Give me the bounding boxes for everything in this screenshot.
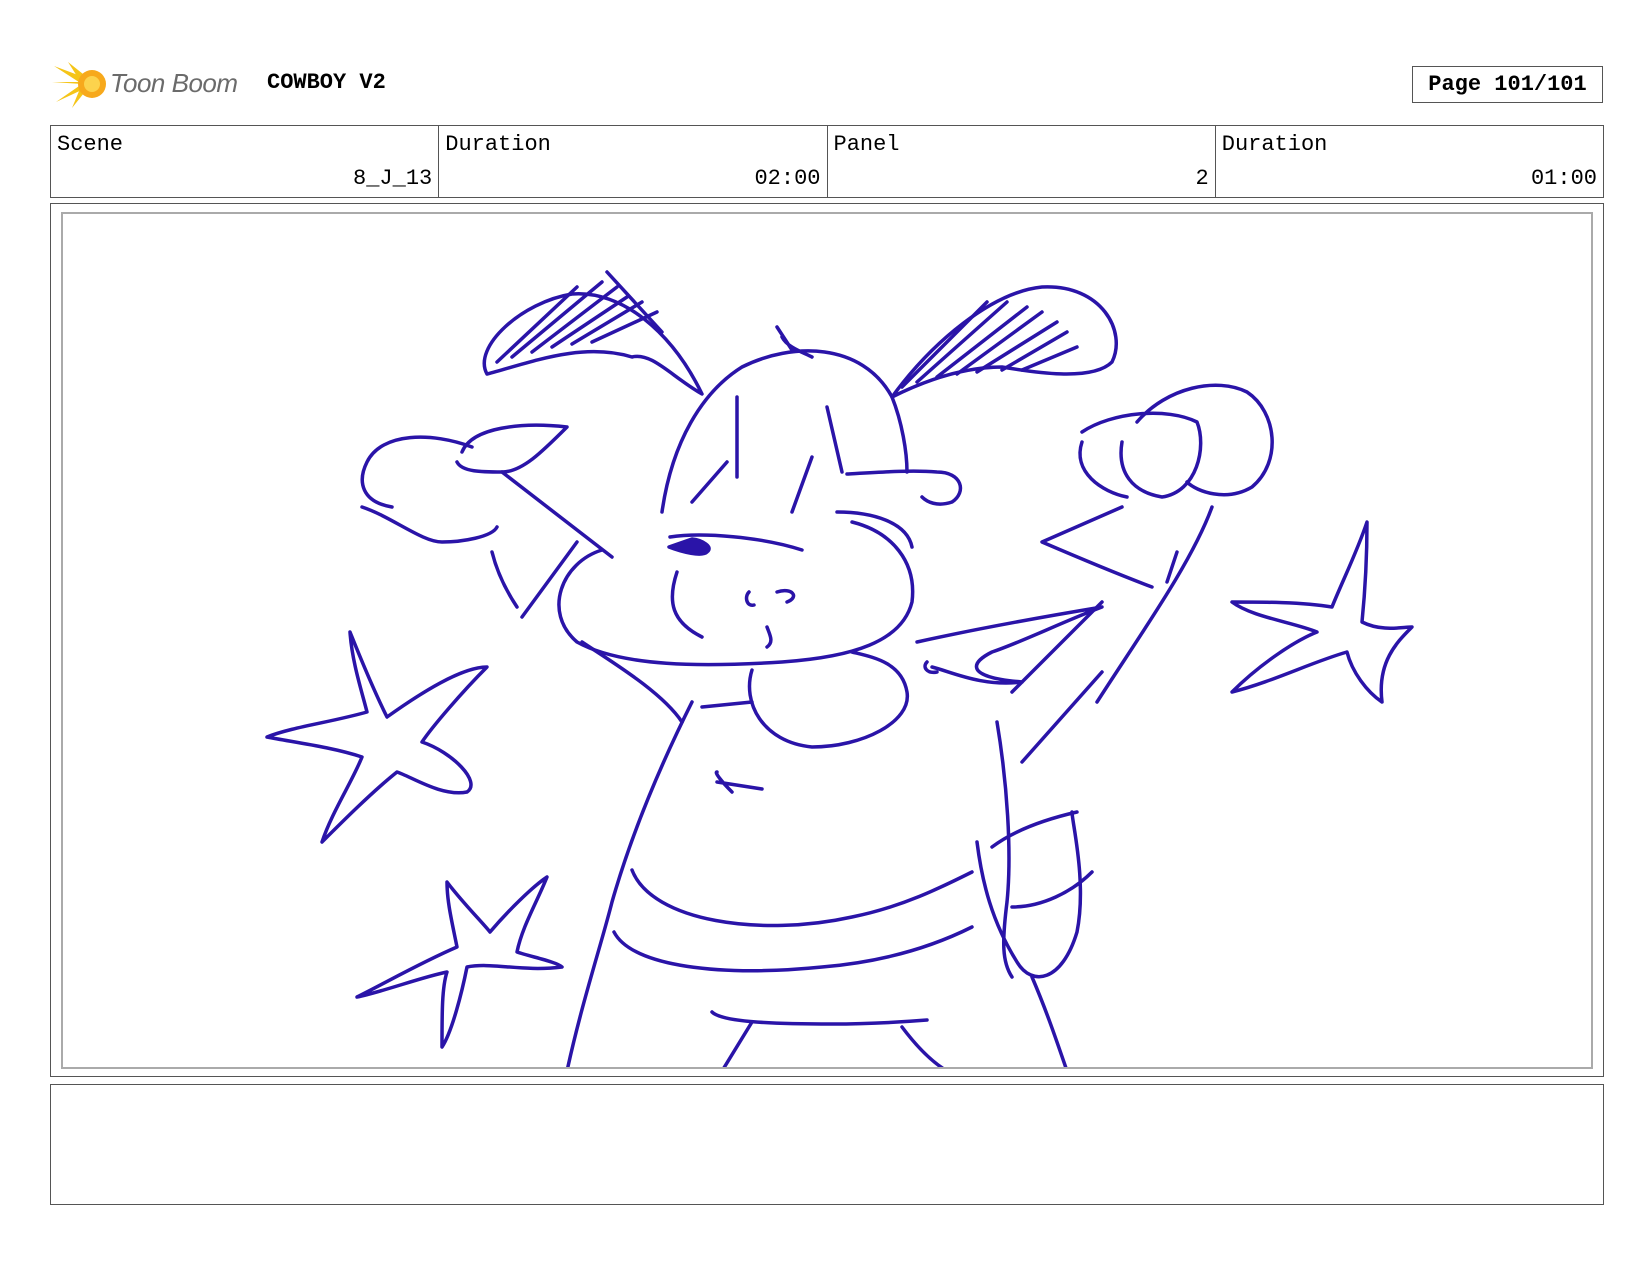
star-right-sketch bbox=[1230, 520, 1414, 704]
scene-value: 8_J_13 bbox=[353, 166, 433, 191]
starburst-icon bbox=[52, 62, 106, 108]
scene-info-table: Scene 8_J_13 Duration 02:00 Panel 2 Dura… bbox=[50, 125, 1604, 198]
star-bottom-sketch bbox=[355, 875, 564, 1049]
project-title: COWBOY V2 bbox=[267, 70, 386, 95]
panel-duration-cell: Duration 01:00 bbox=[1216, 126, 1603, 197]
panel-duration-value: 01:00 bbox=[1530, 166, 1597, 191]
panel-image-area bbox=[61, 212, 1593, 1069]
scene-cell: Scene 8_J_13 bbox=[51, 126, 440, 197]
character-sketch bbox=[265, 270, 1414, 1067]
panel-label: Panel bbox=[833, 132, 900, 157]
scene-duration-cell: Duration 02:00 bbox=[439, 126, 828, 197]
panel-cell: Panel 2 bbox=[828, 126, 1216, 197]
logo-text: Toon Boom bbox=[110, 68, 238, 98]
scene-duration-label: Duration bbox=[445, 132, 551, 157]
panel-value: 2 bbox=[1195, 166, 1209, 191]
scene-label: Scene bbox=[57, 132, 124, 157]
toon-boom-logo: Toon Boom bbox=[52, 58, 252, 110]
right-glove-sketch bbox=[1135, 383, 1274, 497]
left-glove-sketch bbox=[360, 435, 474, 509]
panel-duration-label: Duration bbox=[1221, 132, 1328, 157]
scene-duration-value: 02:00 bbox=[754, 166, 821, 191]
star-left-sketch bbox=[265, 630, 489, 844]
page-indicator: Page 101/101 bbox=[1412, 66, 1603, 103]
muzzle-sketch bbox=[557, 520, 915, 667]
notes-area bbox=[50, 1084, 1604, 1205]
